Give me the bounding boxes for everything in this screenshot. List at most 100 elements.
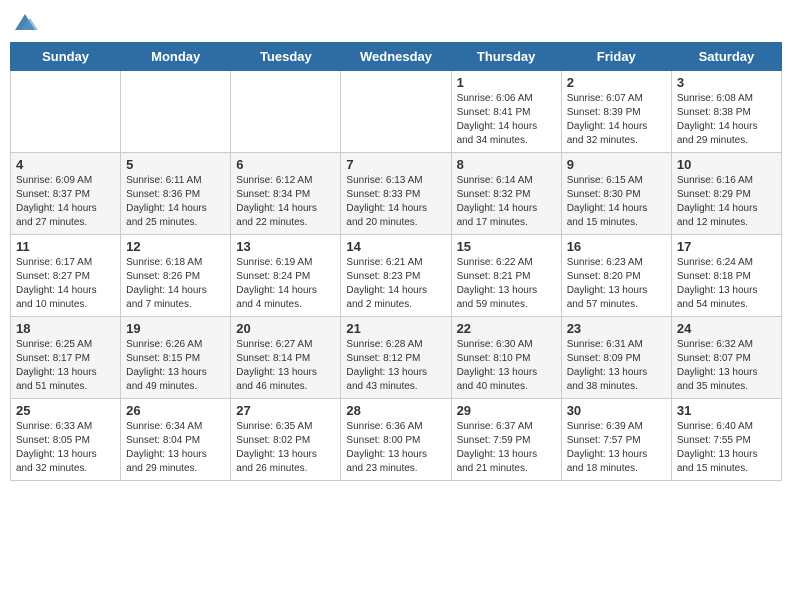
- day-number: 9: [567, 157, 666, 172]
- day-info: Sunrise: 6:26 AM Sunset: 8:15 PM Dayligh…: [126, 338, 225, 394]
- day-number: 10: [677, 157, 776, 172]
- calendar-cell: 3 Sunrise: 6:08 AM Sunset: 8:38 PM Daylig…: [671, 71, 781, 153]
- calendar-cell: 27 Sunrise: 6:35 AM Sunset: 8:02 PM Dayli…: [231, 399, 341, 481]
- calendar-cell: 4 Sunrise: 6:09 AM Sunset: 8:37 PM Daylig…: [11, 153, 121, 235]
- calendar-cell: [341, 71, 451, 153]
- day-info: Sunrise: 6:35 AM Sunset: 8:02 PM Dayligh…: [236, 420, 335, 476]
- calendar-cell: 18 Sunrise: 6:25 AM Sunset: 8:17 PM Dayli…: [11, 317, 121, 399]
- day-number: 17: [677, 239, 776, 254]
- day-number: 14: [346, 239, 445, 254]
- day-header-wednesday: Wednesday: [341, 43, 451, 71]
- day-number: 11: [16, 239, 115, 254]
- calendar-cell: 10Sunrise: 6:16 AM Sunset: 8:29 PM Dayli…: [671, 153, 781, 235]
- calendar-cell: 15 Sunrise: 6:22 AM Sunset: 8:21 PM Dayli…: [451, 235, 561, 317]
- day-info: Sunrise: 6:25 AM Sunset: 8:17 PM Dayligh…: [16, 338, 115, 394]
- day-info: Sunrise: 6:11 AM Sunset: 8:36 PM Dayligh…: [126, 174, 225, 230]
- calendar-cell: 16Sunrise: 6:23 AM Sunset: 8:20 PM Dayli…: [561, 235, 671, 317]
- day-info: Sunrise: 6:06 AM Sunset: 8:41 PM Dayligh…: [457, 92, 556, 148]
- calendar-cell: 13 Sunrise: 6:19 AM Sunset: 8:24 PM Dayli…: [231, 235, 341, 317]
- day-info: Sunrise: 6:15 AM Sunset: 8:30 PM Dayligh…: [567, 174, 666, 230]
- day-number: 3: [677, 75, 776, 90]
- calendar-cell: 17 Sunrise: 6:24 AM Sunset: 8:18 PM Dayli…: [671, 235, 781, 317]
- day-number: 1: [457, 75, 556, 90]
- day-info: Sunrise: 6:28 AM Sunset: 8:12 PM Dayligh…: [346, 338, 445, 394]
- calendar-cell: 23 Sunrise: 6:31 AM Sunset: 8:09 PM Dayli…: [561, 317, 671, 399]
- day-number: 13: [236, 239, 335, 254]
- day-info: Sunrise: 6:30 AM Sunset: 8:10 PM Dayligh…: [457, 338, 556, 394]
- day-info: Sunrise: 6:32 AM Sunset: 8:07 PM Dayligh…: [677, 338, 776, 394]
- day-number: 24: [677, 321, 776, 336]
- calendar-cell: 20 Sunrise: 6:27 AM Sunset: 8:14 PM Dayli…: [231, 317, 341, 399]
- day-number: 6: [236, 157, 335, 172]
- day-number: 4: [16, 157, 115, 172]
- week-row-1: 1 Sunrise: 6:06 AM Sunset: 8:41 PM Daylig…: [11, 71, 782, 153]
- calendar-cell: 5 Sunrise: 6:11 AM Sunset: 8:36 PM Daylig…: [121, 153, 231, 235]
- day-header-tuesday: Tuesday: [231, 43, 341, 71]
- day-number: 26: [126, 403, 225, 418]
- calendar-cell: 30Sunrise: 6:39 AM Sunset: 7:57 PM Dayli…: [561, 399, 671, 481]
- calendar-cell: 6 Sunrise: 6:12 AM Sunset: 8:34 PM Daylig…: [231, 153, 341, 235]
- day-info: Sunrise: 6:23 AM Sunset: 8:20 PM Dayligh…: [567, 256, 666, 312]
- day-number: 15: [457, 239, 556, 254]
- calendar-cell: [121, 71, 231, 153]
- week-row-4: 18 Sunrise: 6:25 AM Sunset: 8:17 PM Dayli…: [11, 317, 782, 399]
- calendar-cell: 12 Sunrise: 6:18 AM Sunset: 8:26 PM Dayli…: [121, 235, 231, 317]
- logo: [10, 10, 44, 34]
- day-number: 23: [567, 321, 666, 336]
- day-info: Sunrise: 6:24 AM Sunset: 8:18 PM Dayligh…: [677, 256, 776, 312]
- calendar-cell: 2Sunrise: 6:07 AM Sunset: 8:39 PM Daylig…: [561, 71, 671, 153]
- calendar-cell: 29 Sunrise: 6:37 AM Sunset: 7:59 PM Dayli…: [451, 399, 561, 481]
- day-header-sunday: Sunday: [11, 43, 121, 71]
- day-number: 21: [346, 321, 445, 336]
- day-header-thursday: Thursday: [451, 43, 561, 71]
- day-info: Sunrise: 6:13 AM Sunset: 8:33 PM Dayligh…: [346, 174, 445, 230]
- day-info: Sunrise: 6:37 AM Sunset: 7:59 PM Dayligh…: [457, 420, 556, 476]
- day-number: 25: [16, 403, 115, 418]
- calendar-cell: 26 Sunrise: 6:34 AM Sunset: 8:04 PM Dayli…: [121, 399, 231, 481]
- day-header-saturday: Saturday: [671, 43, 781, 71]
- day-number: 30: [567, 403, 666, 418]
- day-info: Sunrise: 6:14 AM Sunset: 8:32 PM Dayligh…: [457, 174, 556, 230]
- day-info: Sunrise: 6:27 AM Sunset: 8:14 PM Dayligh…: [236, 338, 335, 394]
- day-number: 19: [126, 321, 225, 336]
- day-info: Sunrise: 6:36 AM Sunset: 8:00 PM Dayligh…: [346, 420, 445, 476]
- day-number: 22: [457, 321, 556, 336]
- calendar-cell: 31 Sunrise: 6:40 AM Sunset: 7:55 PM Dayli…: [671, 399, 781, 481]
- calendar-cell: 19 Sunrise: 6:26 AM Sunset: 8:15 PM Dayli…: [121, 317, 231, 399]
- day-info: Sunrise: 6:34 AM Sunset: 8:04 PM Dayligh…: [126, 420, 225, 476]
- day-number: 5: [126, 157, 225, 172]
- day-info: Sunrise: 6:18 AM Sunset: 8:26 PM Dayligh…: [126, 256, 225, 312]
- calendar-cell: [231, 71, 341, 153]
- day-number: 12: [126, 239, 225, 254]
- day-header-friday: Friday: [561, 43, 671, 71]
- calendar-cell: [11, 71, 121, 153]
- day-number: 27: [236, 403, 335, 418]
- day-info: Sunrise: 6:08 AM Sunset: 8:38 PM Dayligh…: [677, 92, 776, 148]
- day-info: Sunrise: 6:22 AM Sunset: 8:21 PM Dayligh…: [457, 256, 556, 312]
- day-info: Sunrise: 6:21 AM Sunset: 8:23 PM Dayligh…: [346, 256, 445, 312]
- calendar-cell: 28 Sunrise: 6:36 AM Sunset: 8:00 PM Dayli…: [341, 399, 451, 481]
- day-number: 20: [236, 321, 335, 336]
- week-row-2: 4 Sunrise: 6:09 AM Sunset: 8:37 PM Daylig…: [11, 153, 782, 235]
- day-info: Sunrise: 6:12 AM Sunset: 8:34 PM Dayligh…: [236, 174, 335, 230]
- calendar-cell: 14 Sunrise: 6:21 AM Sunset: 8:23 PM Dayli…: [341, 235, 451, 317]
- day-info: Sunrise: 6:09 AM Sunset: 8:37 PM Dayligh…: [16, 174, 115, 230]
- day-info: Sunrise: 6:07 AM Sunset: 8:39 PM Dayligh…: [567, 92, 666, 148]
- day-info: Sunrise: 6:19 AM Sunset: 8:24 PM Dayligh…: [236, 256, 335, 312]
- day-info: Sunrise: 6:17 AM Sunset: 8:27 PM Dayligh…: [16, 256, 115, 312]
- day-header-monday: Monday: [121, 43, 231, 71]
- calendar-cell: 7Sunrise: 6:13 AM Sunset: 8:33 PM Daylig…: [341, 153, 451, 235]
- calendar-cell: 9 Sunrise: 6:15 AM Sunset: 8:30 PM Daylig…: [561, 153, 671, 235]
- day-number: 31: [677, 403, 776, 418]
- day-info: Sunrise: 6:31 AM Sunset: 8:09 PM Dayligh…: [567, 338, 666, 394]
- day-number: 29: [457, 403, 556, 418]
- calendar-cell: 25 Sunrise: 6:33 AM Sunset: 8:05 PM Dayli…: [11, 399, 121, 481]
- day-number: 18: [16, 321, 115, 336]
- day-info: Sunrise: 6:40 AM Sunset: 7:55 PM Dayligh…: [677, 420, 776, 476]
- day-number: 28: [346, 403, 445, 418]
- calendar-cell: 1 Sunrise: 6:06 AM Sunset: 8:41 PM Daylig…: [451, 71, 561, 153]
- day-info: Sunrise: 6:33 AM Sunset: 8:05 PM Dayligh…: [16, 420, 115, 476]
- calendar-table: SundayMondayTuesdayWednesdayThursdayFrid…: [10, 42, 782, 481]
- calendar-cell: 22 Sunrise: 6:30 AM Sunset: 8:10 PM Dayli…: [451, 317, 561, 399]
- calendar-cell: 11 Sunrise: 6:17 AM Sunset: 8:27 PM Dayli…: [11, 235, 121, 317]
